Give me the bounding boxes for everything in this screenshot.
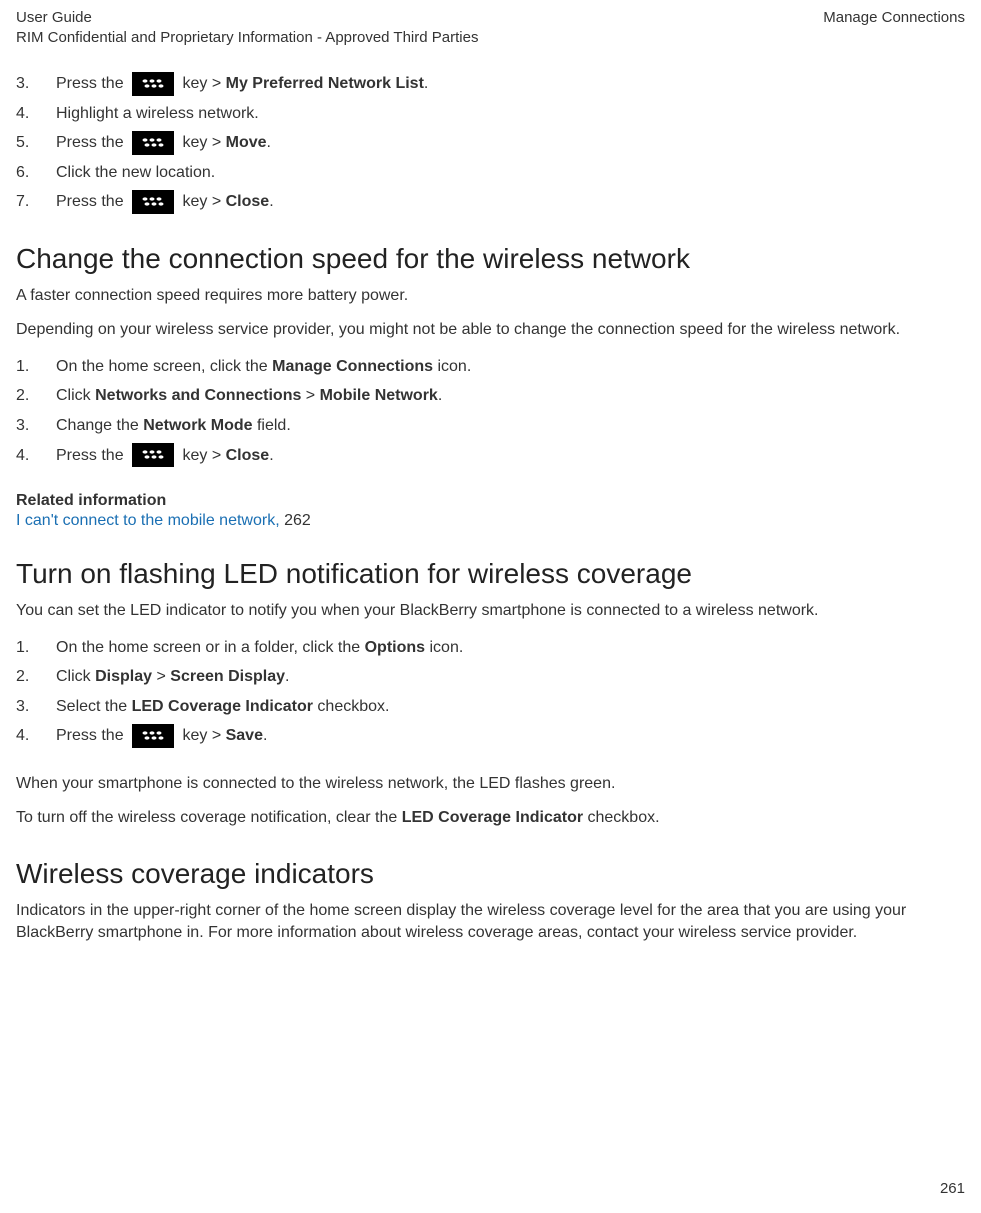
step-text: Click the new location.: [56, 160, 215, 186]
menu-key-icon: [132, 190, 174, 214]
step-list-led-notification: 1.On the home screen or in a folder, cli…: [16, 635, 965, 749]
step-text: Press the key > Move.: [56, 130, 271, 156]
step-list-preferred-network: 3.Press the key > My Preferred Network L…: [16, 71, 965, 215]
step-item: 7.Press the key > Close.: [16, 189, 965, 215]
step-item: 1.On the home screen or in a folder, cli…: [16, 635, 965, 661]
text-bold: Mobile Network: [320, 387, 438, 404]
text-bold: Network Mode: [143, 417, 252, 434]
step-text: Click Networks and Connections > Mobile …: [56, 383, 442, 409]
heading-connection-speed: Change the connection speed for the wire…: [16, 243, 965, 275]
step-text: Select the LED Coverage Indicator checkb…: [56, 694, 389, 720]
step-item: 1.On the home screen, click the Manage C…: [16, 354, 965, 380]
step-number: 7.: [16, 189, 56, 215]
step-item: 3.Change the Network Mode field.: [16, 413, 965, 439]
step-item: 6.Click the new location.: [16, 160, 965, 186]
step-item: 3.Select the LED Coverage Indicator chec…: [16, 694, 965, 720]
text-bold: Options: [365, 639, 425, 656]
paragraph: When your smartphone is connected to the…: [16, 773, 965, 795]
paragraph: You can set the LED indicator to notify …: [16, 600, 965, 622]
page: User Guide RIM Confidential and Propriet…: [0, 0, 981, 1213]
paragraph: Depending on your wireless service provi…: [16, 319, 965, 341]
related-information-heading: Related information: [16, 492, 965, 510]
step-text: On the home screen or in a folder, click…: [56, 635, 463, 661]
text-bold: My Preferred Network List: [226, 75, 424, 92]
step-text: On the home screen, click the Manage Con…: [56, 354, 471, 380]
step-list-connection-speed: 1.On the home screen, click the Manage C…: [16, 354, 965, 468]
text-bold: Save: [226, 727, 263, 744]
step-text: Press the key > Save.: [56, 723, 267, 749]
step-text: Press the key > Close.: [56, 189, 274, 215]
text-bold: Networks and Connections: [95, 387, 301, 404]
paragraph: Indicators in the upper-right corner of …: [16, 900, 965, 945]
step-item: 4.Highlight a wireless network.: [16, 101, 965, 127]
step-text: Press the key > Close.: [56, 443, 274, 469]
step-number: 4.: [16, 101, 56, 127]
text-bold: LED Coverage Indicator: [402, 809, 583, 826]
step-text: Press the key > My Preferred Network Lis…: [56, 71, 428, 97]
header-left: User Guide RIM Confidential and Propriet…: [16, 8, 478, 47]
step-item: 3.Press the key > My Preferred Network L…: [16, 71, 965, 97]
text-bold: Move: [226, 134, 267, 151]
step-item: 2.Click Display > Screen Display.: [16, 664, 965, 690]
step-number: 3.: [16, 71, 56, 97]
page-header: User Guide RIM Confidential and Propriet…: [16, 8, 965, 47]
step-text: Click Display > Screen Display.: [56, 664, 289, 690]
header-guide-label: User Guide: [16, 8, 478, 28]
text-bold: Close: [226, 193, 270, 210]
step-number: 1.: [16, 354, 56, 380]
step-number: 6.: [16, 160, 56, 186]
related-link[interactable]: I can't connect to the mobile network,: [16, 512, 280, 529]
menu-key-icon: [132, 72, 174, 96]
text-bold: Screen Display: [170, 668, 285, 685]
heading-led-notification: Turn on flashing LED notification for wi…: [16, 558, 965, 590]
text: To turn off the wireless coverage notifi…: [16, 809, 402, 826]
text-bold: Display: [95, 668, 152, 685]
step-number: 2.: [16, 664, 56, 690]
step-number: 1.: [16, 635, 56, 661]
header-section-label: Manage Connections: [823, 8, 965, 28]
step-number: 3.: [16, 413, 56, 439]
menu-key-icon: [132, 131, 174, 155]
text: checkbox.: [583, 809, 659, 826]
step-item: 5.Press the key > Move.: [16, 130, 965, 156]
text-bold: LED Coverage Indicator: [132, 698, 313, 715]
text-bold: Close: [226, 447, 270, 464]
step-item: 4.Press the key > Close.: [16, 443, 965, 469]
step-item: 4.Press the key > Save.: [16, 723, 965, 749]
related-information-item: I can't connect to the mobile network, 2…: [16, 512, 965, 530]
related-page-ref: 262: [280, 512, 311, 529]
header-confidential-label: RIM Confidential and Proprietary Informa…: [16, 28, 478, 48]
step-text: Change the Network Mode field.: [56, 413, 291, 439]
heading-coverage-indicators: Wireless coverage indicators: [16, 858, 965, 890]
paragraph: A faster connection speed requires more …: [16, 285, 965, 307]
step-text: Highlight a wireless network.: [56, 101, 259, 127]
step-number: 3.: [16, 694, 56, 720]
menu-key-icon: [132, 724, 174, 748]
step-item: 2.Click Networks and Connections > Mobil…: [16, 383, 965, 409]
menu-key-icon: [132, 443, 174, 467]
page-number: 261: [940, 1180, 965, 1197]
text-bold: Manage Connections: [272, 358, 433, 375]
step-number: 4.: [16, 723, 56, 749]
step-number: 2.: [16, 383, 56, 409]
step-number: 4.: [16, 443, 56, 469]
step-number: 5.: [16, 130, 56, 156]
paragraph: To turn off the wireless coverage notifi…: [16, 807, 965, 829]
